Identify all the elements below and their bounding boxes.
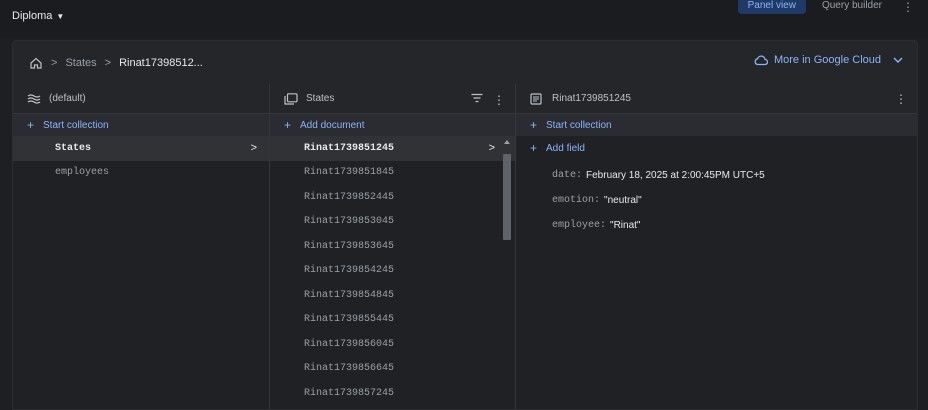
cloud-icon bbox=[754, 54, 768, 66]
document-item-label: Rinat1739852445 bbox=[304, 191, 395, 203]
document-item-label: Rinat1739856045 bbox=[304, 338, 395, 350]
field-row-emotion[interactable]: emotion: "neutral" bbox=[516, 188, 917, 213]
breadcrumb-separator-icon: > bbox=[104, 56, 112, 69]
add-field-button[interactable]: + Add field bbox=[516, 136, 917, 160]
more-options-icon[interactable]: ⋮ bbox=[895, 93, 907, 105]
root-panel: (default) + Start collection States > em… bbox=[13, 84, 270, 409]
plus-icon: + bbox=[530, 118, 538, 132]
document-item-label: Rinat1739854245 bbox=[304, 265, 395, 277]
scrollbar-thumb[interactable] bbox=[503, 154, 511, 240]
filter-icon[interactable] bbox=[471, 93, 483, 106]
document-item[interactable]: Rinat1739851245 > bbox=[270, 136, 515, 161]
document-item-label: Rinat1739857245 bbox=[304, 387, 395, 399]
plus-icon: + bbox=[284, 118, 292, 132]
add-document-label: Add document bbox=[300, 119, 365, 131]
scroll-up-arrow-icon[interactable] bbox=[504, 140, 510, 144]
root-panel-title: (default) bbox=[49, 93, 86, 104]
document-item-label: Rinat1739856645 bbox=[304, 363, 395, 375]
document-item[interactable]: Rinat1739857245 bbox=[270, 381, 515, 406]
collection-item-states[interactable]: States > bbox=[13, 136, 269, 161]
collection-list: States > employees bbox=[13, 136, 269, 185]
document-item[interactable]: Rinat1739854845 bbox=[270, 283, 515, 308]
document-item-label: Rinat1739851845 bbox=[304, 167, 395, 179]
breadcrumb-item-states[interactable]: States bbox=[65, 57, 96, 69]
document-item-label: Rinat1739853045 bbox=[304, 216, 395, 228]
plus-icon: + bbox=[530, 141, 538, 155]
field-list: date: February 18, 2025 at 2:00:45PM UTC… bbox=[516, 160, 917, 238]
breadcrumb-separator-icon: > bbox=[51, 56, 58, 69]
top-bar: Diploma ▼ Panel view Query builder ⋮ bbox=[0, 0, 928, 38]
more-options-icon[interactable]: ⋮ bbox=[898, 0, 918, 14]
document-item-label: Rinat1739854845 bbox=[304, 289, 395, 301]
document-icon bbox=[530, 92, 544, 105]
start-collection-button[interactable]: + Start collection bbox=[13, 114, 269, 136]
collection-item-label: employees bbox=[55, 167, 110, 179]
document-item-label: Rinat1739851245 bbox=[304, 142, 395, 154]
more-in-google-cloud-label: More in Google Cloud bbox=[773, 54, 881, 66]
more-options-icon[interactable]: ⋮ bbox=[493, 94, 505, 106]
plus-icon: + bbox=[27, 118, 35, 132]
breadcrumb-item-document[interactable]: Rinat17398512... bbox=[119, 57, 203, 69]
document-item[interactable]: Rinat1739855445 bbox=[270, 308, 515, 333]
document-item-label: Rinat1739853645 bbox=[304, 240, 395, 252]
document-item-label: Rinat1739855445 bbox=[304, 314, 395, 326]
breadcrumb: > States > Rinat17398512... More in Goog… bbox=[12, 40, 918, 84]
field-row-date[interactable]: date: February 18, 2025 at 2:00:45PM UTC… bbox=[516, 163, 917, 188]
document-item[interactable]: Rinat1739856045 bbox=[270, 332, 515, 357]
home-icon[interactable] bbox=[29, 56, 43, 70]
document-item[interactable]: Rinat1739853645 bbox=[270, 234, 515, 259]
caret-down-icon: ▼ bbox=[56, 11, 65, 21]
document-panel: Rinat1739851245 ⋮ + Start collection + A… bbox=[516, 84, 917, 409]
field-value: "neutral" bbox=[604, 195, 642, 206]
root-panel-header: (default) bbox=[13, 84, 269, 114]
tab-panel-view[interactable]: Panel view bbox=[737, 0, 806, 14]
chevron-right-icon: > bbox=[250, 142, 257, 155]
field-key: date: bbox=[552, 170, 583, 181]
collection-panel: States ⋮ + Add document Rinat1739851245 … bbox=[270, 84, 516, 409]
document-item[interactable]: Rinat1739853045 bbox=[270, 210, 515, 235]
field-row-employee[interactable]: employee: "Rinat" bbox=[516, 213, 917, 238]
document-panel-actions: ⋮ bbox=[895, 93, 907, 105]
document-list: Rinat1739851245 > Rinat1739851845 Rinat1… bbox=[270, 136, 515, 406]
add-field-label: Add field bbox=[546, 142, 585, 154]
document-item[interactable]: Rinat1739856645 bbox=[270, 357, 515, 382]
data-panels: (default) + Start collection States > em… bbox=[12, 84, 918, 410]
document-panel-title: Rinat1739851245 bbox=[552, 93, 631, 104]
project-selector[interactable]: Diploma ▼ bbox=[12, 10, 64, 22]
field-key: employee: bbox=[552, 220, 607, 231]
start-collection-label: Start collection bbox=[43, 119, 109, 131]
field-value: February 18, 2025 at 2:00:45PM UTC+5 bbox=[586, 170, 765, 181]
collection-panel-actions: ⋮ bbox=[471, 93, 505, 106]
more-in-google-cloud-button[interactable]: More in Google Cloud bbox=[754, 54, 903, 66]
view-tabs: Panel view Query builder ⋮ bbox=[737, 0, 918, 16]
collection-panel-title: States bbox=[306, 93, 335, 104]
chevron-right-icon: > bbox=[488, 142, 495, 155]
collection-item-employees[interactable]: employees bbox=[13, 161, 269, 186]
tab-query-builder[interactable]: Query builder bbox=[812, 0, 892, 14]
add-document-button[interactable]: + Add document bbox=[270, 114, 515, 136]
start-subcollection-label: Start collection bbox=[546, 119, 612, 131]
collection-icon bbox=[284, 92, 298, 105]
document-panel-header: Rinat1739851245 ⋮ bbox=[516, 84, 917, 114]
database-icon bbox=[27, 93, 41, 105]
project-name: Diploma bbox=[12, 10, 53, 22]
field-value: "Rinat" bbox=[610, 220, 641, 231]
document-item[interactable]: Rinat1739852445 bbox=[270, 185, 515, 210]
collection-item-label: States bbox=[55, 142, 92, 154]
chevron-down-icon bbox=[893, 57, 903, 63]
collection-panel-header: States ⋮ bbox=[270, 84, 515, 114]
field-key: emotion: bbox=[552, 195, 601, 206]
document-item[interactable]: Rinat1739854245 bbox=[270, 259, 515, 284]
document-item[interactable]: Rinat1739851845 bbox=[270, 161, 515, 186]
start-subcollection-button[interactable]: + Start collection bbox=[516, 114, 917, 136]
